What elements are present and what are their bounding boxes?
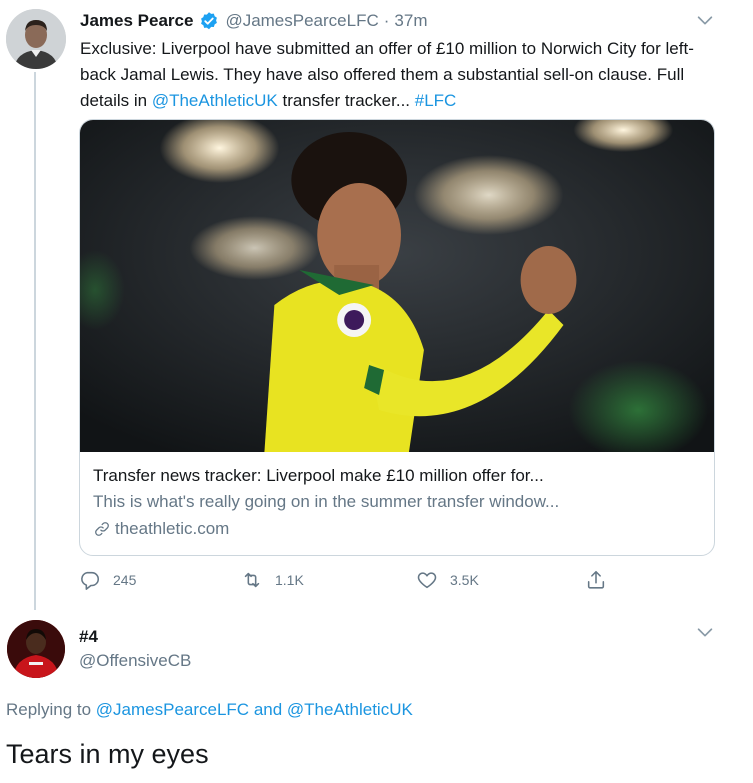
retweet-count: 1.1K: [275, 572, 304, 588]
reply-icon: [81, 571, 100, 590]
tweet-timestamp[interactable]: 37m: [394, 11, 427, 31]
heart-icon: [417, 572, 437, 589]
thread-connector-line: [34, 72, 36, 610]
like-count: 3.5K: [450, 572, 479, 588]
hashtag-link[interactable]: #LFC: [415, 91, 457, 110]
reply-author-avatar[interactable]: [7, 620, 65, 678]
share-icon: [587, 570, 605, 589]
author-name[interactable]: James Pearce: [80, 11, 193, 31]
share-button[interactable]: [585, 569, 619, 591]
chevron-down-icon[interactable]: [694, 9, 716, 31]
replying-prefix: Replying to: [6, 700, 96, 719]
link-icon: [95, 522, 109, 536]
tweet-text: Exclusive: Liverpool have submitted an o…: [80, 36, 720, 114]
tweet-header: James Pearce @JamesPearceLFC · 37m: [80, 9, 428, 33]
chevron-down-icon[interactable]: [694, 621, 716, 643]
retweet-icon: [244, 572, 260, 588]
tweet-text-part: transfer tracker...: [277, 91, 415, 110]
card-image: [80, 120, 714, 452]
verified-badge-icon: [201, 12, 218, 30]
card-description: This is what's really going on in the su…: [93, 492, 560, 511]
replying-user-link[interactable]: @TheAthleticUK: [287, 700, 413, 719]
reply-button[interactable]: 245: [79, 569, 136, 591]
avatar-image: [7, 620, 65, 678]
card-domain: theathletic.com: [93, 519, 229, 539]
replying-user-link[interactable]: @JamesPearceLFC: [96, 700, 249, 719]
link-preview-card[interactable]: Transfer news tracker: Liverpool make £1…: [79, 119, 715, 556]
card-title: Transfer news tracker: Liverpool make £1…: [93, 466, 544, 485]
like-button[interactable]: 3.5K: [416, 569, 479, 591]
author-handle[interactable]: @JamesPearceLFC: [225, 11, 378, 31]
replying-to-line: Replying to @JamesPearceLFC and @TheAthl…: [6, 700, 413, 720]
mention-link[interactable]: @TheAthleticUK: [152, 91, 278, 110]
header-separator: ·: [383, 11, 390, 30]
author-avatar[interactable]: [6, 9, 66, 69]
reply-count: 245: [113, 572, 137, 588]
avatar-image: [6, 9, 66, 69]
reply-author-name[interactable]: #4: [79, 627, 98, 647]
replying-and: and: [249, 700, 287, 719]
retweet-button[interactable]: 1.1K: [241, 569, 304, 591]
tweet-action-bar: 245 1.1K 3.5K: [79, 569, 639, 593]
reply-author-handle[interactable]: @OffensiveCB: [79, 651, 191, 671]
reply-text: Tears in my eyes: [6, 739, 209, 769]
card-domain-text: theathletic.com: [115, 519, 230, 538]
